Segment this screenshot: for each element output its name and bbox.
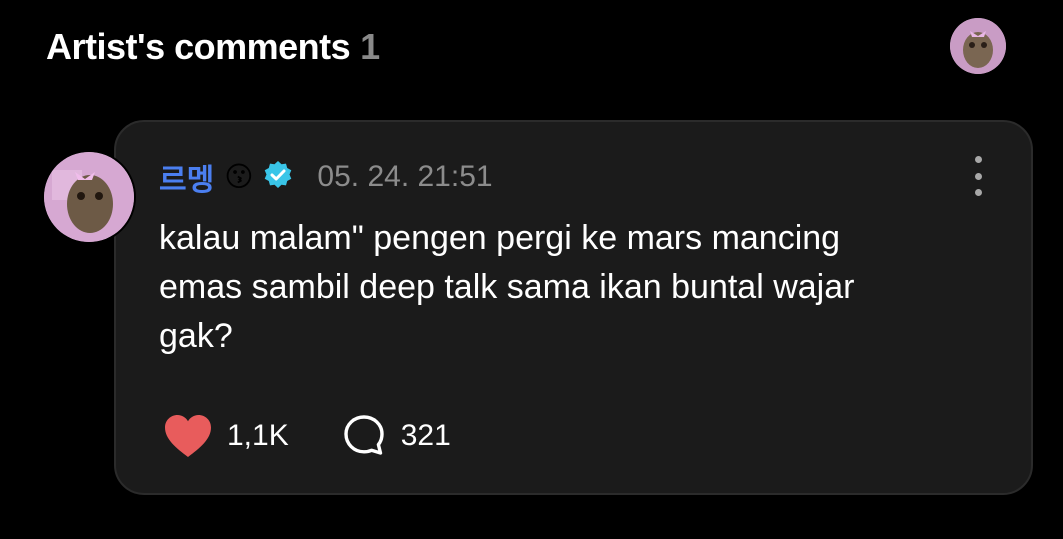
like-count: 1,1K bbox=[227, 419, 289, 452]
more-options-button[interactable] bbox=[966, 156, 990, 196]
comment-timestamp: 05. 24. 21:51 bbox=[317, 160, 493, 193]
speech-bubble-icon bbox=[344, 415, 384, 455]
section-title-label: Artist's comments bbox=[46, 26, 351, 67]
verified-badge-icon bbox=[263, 160, 293, 195]
heart-icon bbox=[165, 415, 211, 457]
author-avatar-image bbox=[44, 152, 134, 242]
profile-avatar-button[interactable] bbox=[950, 18, 1006, 74]
comment-meta: 르멩 😗 05. 24. 21:51 bbox=[159, 157, 493, 197]
section-title: Artist's comments 1 bbox=[46, 26, 380, 68]
artist-comments-screen: Artist's comments 1 르멩 😗 05. 24. 21:51 k… bbox=[0, 0, 1063, 539]
author-avatar[interactable] bbox=[44, 152, 134, 242]
author-emoji: 😗 bbox=[224, 161, 254, 192]
comment-actions: 1,1K 321 bbox=[163, 414, 451, 458]
reply-button[interactable]: 321 bbox=[341, 413, 451, 459]
comment-text: kalau malam" pengen pergi ke mars mancin… bbox=[159, 219, 855, 355]
author-name[interactable]: 르멩 bbox=[159, 155, 214, 199]
profile-avatar-image bbox=[950, 18, 1006, 74]
comment-count: 1 bbox=[360, 26, 380, 67]
reply-count: 321 bbox=[400, 419, 451, 452]
like-button[interactable]: 1,1K bbox=[163, 413, 289, 459]
more-vertical-icon bbox=[974, 156, 982, 163]
